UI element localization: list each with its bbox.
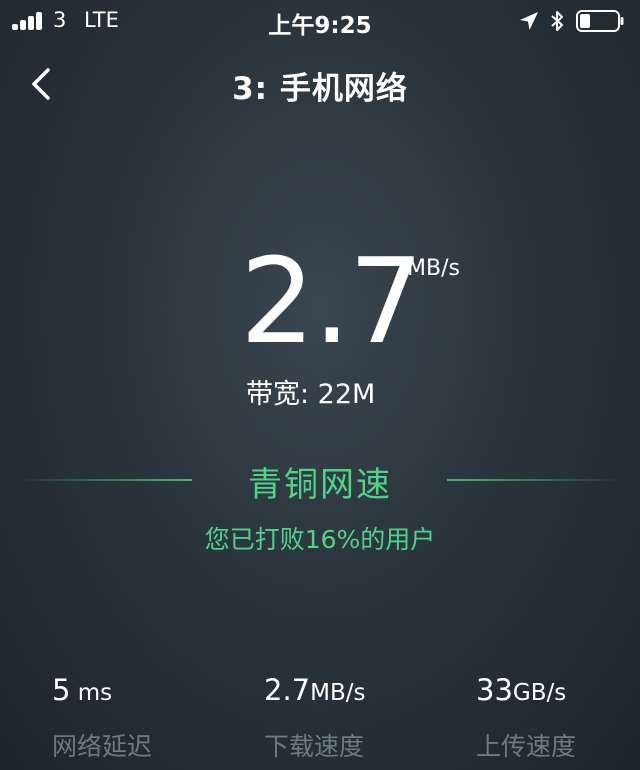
status-time: 上午9:25 <box>268 13 372 39</box>
upload-value: 33 <box>476 673 513 707</box>
speed-value: 2.7 <box>240 232 424 370</box>
status-bar: 3 LTE 上午9:25 <box>0 0 640 42</box>
divider-right <box>447 479 623 481</box>
bandwidth-label: 带宽: 22M <box>246 379 376 410</box>
latency-label: 网络延迟 <box>52 732 153 761</box>
latency-value: 5 <box>52 673 71 707</box>
bluetooth-icon <box>551 11 563 31</box>
location-icon <box>520 12 538 30</box>
latency-unit: ms <box>70 680 113 706</box>
download-value: 2.7 <box>264 673 311 707</box>
rank-title: 青铜网速 <box>248 465 392 505</box>
battery-icon <box>576 10 624 32</box>
download-label: 下载速度 <box>264 732 365 761</box>
speed-unit: MB/s <box>407 256 460 281</box>
upload-label: 上传速度 <box>476 732 577 761</box>
rank-description: 您已打败16%的用户 <box>204 525 436 554</box>
upload-unit: GB/s <box>512 680 567 706</box>
upload-stat: 33GB/s 上传速度 <box>476 672 640 763</box>
download-stat: 2.7MB/s 下载速度 <box>264 672 444 763</box>
download-value-row: 2.7MB/s <box>264 672 444 711</box>
latency-value-row: 5 ms <box>52 672 232 711</box>
upload-value-row: 33GB/s <box>476 672 640 711</box>
page-title: 3: 手机网络 <box>232 71 408 107</box>
download-unit: MB/s <box>310 680 366 706</box>
latency-stat: 5 ms 网络延迟 <box>52 672 232 763</box>
